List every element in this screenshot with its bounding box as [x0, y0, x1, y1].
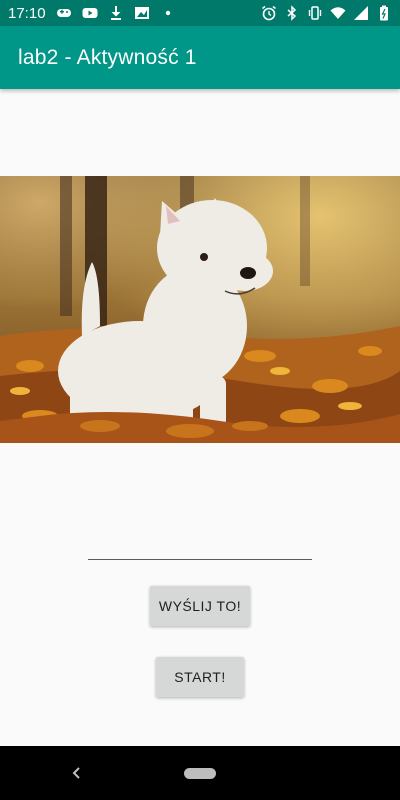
signal-icon	[353, 5, 369, 21]
home-pill-icon[interactable]	[184, 768, 216, 779]
back-icon[interactable]	[68, 763, 86, 783]
dog-photo	[0, 176, 400, 443]
dot-icon	[160, 5, 176, 21]
download-icon	[108, 5, 124, 21]
status-bar: 17:10	[0, 0, 400, 26]
battery-icon	[376, 5, 392, 21]
photo-icon	[134, 5, 150, 21]
wifi-icon	[330, 5, 346, 21]
alarm-icon	[261, 5, 277, 21]
message-input[interactable]	[88, 528, 312, 560]
status-time: 17:10	[8, 4, 46, 22]
app-bar: lab2 - Aktywność 1	[0, 26, 400, 89]
bluetooth-icon	[284, 5, 300, 21]
gamepad-icon	[56, 5, 72, 21]
start-button[interactable]: START!	[156, 657, 244, 697]
app-title: lab2 - Aktywność 1	[18, 45, 197, 69]
send-button[interactable]: WYŚLIJ TO!	[150, 586, 250, 626]
vibrate-icon	[307, 5, 323, 21]
navigation-bar	[0, 746, 400, 800]
youtube-icon	[82, 5, 98, 21]
